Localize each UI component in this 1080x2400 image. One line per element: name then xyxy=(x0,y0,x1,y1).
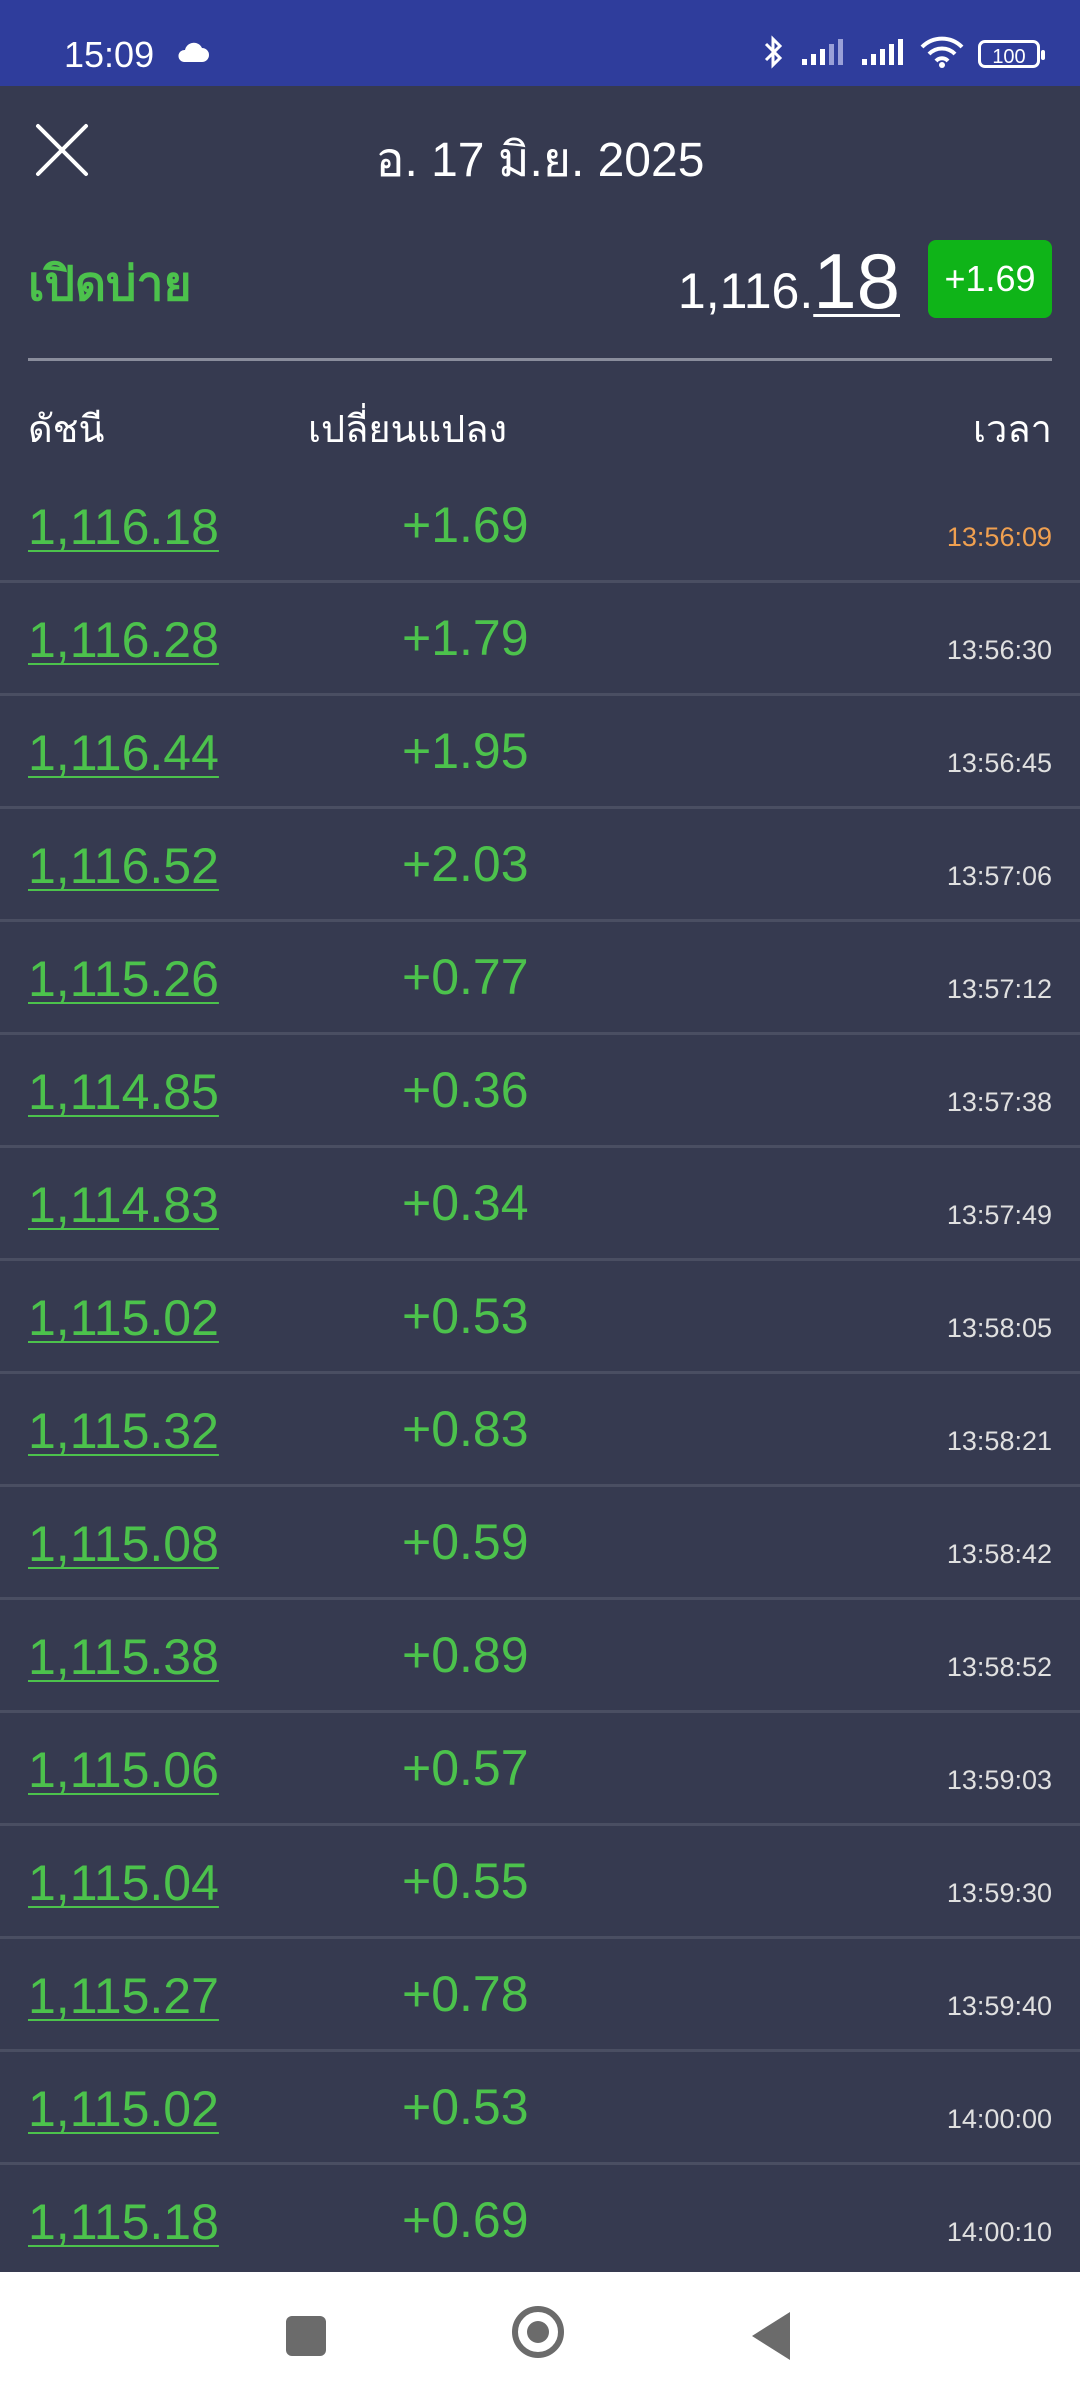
index-value[interactable]: 1,115.38 xyxy=(28,1628,219,1686)
change-value: +1.69 xyxy=(402,497,529,553)
table-header: ดัชนี เปลี่ยนแปลง เวลา xyxy=(0,380,1080,460)
divider xyxy=(28,358,1052,361)
change-value: +1.95 xyxy=(402,723,529,779)
change-value: +0.77 xyxy=(402,949,529,1005)
table-row[interactable]: 1,115.32 +0.83 13:58:21 xyxy=(0,1374,1080,1487)
market-status: เปิดบ่าย xyxy=(28,256,192,312)
time-value: 13:57:38 xyxy=(946,1087,1052,1117)
signal-icon xyxy=(800,37,846,71)
index-value[interactable]: 1,115.06 xyxy=(28,1741,219,1799)
change-value: +0.59 xyxy=(402,1514,529,1570)
table-row[interactable]: 1,116.28 +1.79 13:56:30 xyxy=(0,583,1080,696)
index-value[interactable]: 1,116.52 xyxy=(28,837,219,895)
table-row[interactable]: 1,115.02 +0.53 14:00:00 xyxy=(0,2052,1080,2165)
index-integer-part: 1,116. xyxy=(677,263,814,319)
change-value: +2.03 xyxy=(402,836,529,892)
table-row[interactable]: 1,115.26 +0.77 13:57:12 xyxy=(0,922,1080,1035)
time-value: 13:58:05 xyxy=(946,1313,1052,1343)
status-bar: 15:09 100 xyxy=(0,0,1080,86)
index-value[interactable]: 1,115.27 xyxy=(28,1967,219,2025)
change-value: +0.53 xyxy=(402,1288,529,1344)
cloud-icon xyxy=(176,42,210,68)
change-value: +0.57 xyxy=(402,1740,529,1796)
time-value: 13:57:12 xyxy=(946,974,1052,1004)
table-row[interactable]: 1,115.04 +0.55 13:59:30 xyxy=(0,1826,1080,1939)
navigation-bar xyxy=(0,2272,1080,2400)
index-value[interactable]: 1,114.85 xyxy=(28,1063,219,1121)
column-header-index: ดัชนี xyxy=(28,407,105,451)
time-value: 13:56:30 xyxy=(946,635,1052,665)
index-value[interactable]: 1,115.32 xyxy=(28,1402,219,1460)
change-value: +0.36 xyxy=(402,1062,529,1118)
change-value: +0.69 xyxy=(402,2192,529,2248)
table-row[interactable]: 1,115.06 +0.57 13:59:03 xyxy=(0,1713,1080,1826)
index-value[interactable]: 1,116.44 xyxy=(28,724,219,782)
index-value[interactable]: 1,115.08 xyxy=(28,1515,219,1573)
index-value[interactable]: 1,115.04 xyxy=(28,1854,219,1912)
index-value[interactable]: 1,115.02 xyxy=(28,1289,219,1347)
bluetooth-icon xyxy=(762,34,786,74)
table-row[interactable]: 1,115.27 +0.78 13:59:40 xyxy=(0,1939,1080,2052)
wifi-icon xyxy=(920,36,964,72)
change-value: +1.79 xyxy=(402,610,529,666)
index-value[interactable]: 1,116.28 xyxy=(28,611,219,669)
ticks-list: 1,116.18 +1.69 13:56:09 1,116.28 +1.79 13:56:… xyxy=(0,470,1080,2278)
table-row[interactable]: 1,116.44 +1.95 13:56:45 xyxy=(0,696,1080,809)
back-icon[interactable] xyxy=(752,2312,790,2360)
time-value: 13:59:03 xyxy=(946,1765,1052,1795)
change-value: +0.34 xyxy=(402,1175,529,1231)
table-row[interactable]: 1,116.52 +2.03 13:57:06 xyxy=(0,809,1080,922)
time-value: 13:58:21 xyxy=(946,1426,1052,1456)
index-value[interactable]: 1,114.83 xyxy=(28,1176,219,1234)
change-badge: +1.69 xyxy=(928,240,1052,318)
header: อ. 17 มิ.ย. 2025 xyxy=(0,86,1080,216)
page-title: อ. 17 มิ.ย. 2025 xyxy=(375,134,705,187)
column-header-time: เวลา xyxy=(973,407,1052,451)
time-value: 13:56:45 xyxy=(946,748,1052,778)
index-value[interactable]: 1,115.02 xyxy=(28,2080,219,2138)
time-value: 14:00:00 xyxy=(946,2104,1052,2134)
table-row[interactable]: 1,115.18 +0.69 14:00:10 xyxy=(0,2165,1080,2278)
table-row[interactable]: 1,115.02 +0.53 13:58:05 xyxy=(0,1261,1080,1374)
index-value[interactable]: 1,116.18 xyxy=(28,498,219,556)
table-row[interactable]: 1,115.38 +0.89 13:58:52 xyxy=(0,1600,1080,1713)
time-value: 13:58:52 xyxy=(946,1652,1052,1682)
time-value: 13:57:49 xyxy=(946,1200,1052,1230)
status-icons: 100 xyxy=(762,34,1045,74)
change-value: +0.83 xyxy=(402,1401,529,1457)
status-time: 15:09 xyxy=(64,34,155,75)
battery-icon: 100 xyxy=(978,40,1045,68)
table-row[interactable]: 1,115.08 +0.59 13:58:42 xyxy=(0,1487,1080,1600)
table-row[interactable]: 1,114.85 +0.36 13:57:38 xyxy=(0,1035,1080,1148)
time-value: 13:59:40 xyxy=(946,1991,1052,2021)
time-value: 13:58:42 xyxy=(946,1539,1052,1569)
current-index: 1,116.18 xyxy=(678,236,900,327)
table-row[interactable]: 1,114.83 +0.34 13:57:49 xyxy=(0,1148,1080,1261)
time-value: 13:59:30 xyxy=(946,1878,1052,1908)
change-value: +0.78 xyxy=(402,1966,529,2022)
recent-apps-icon[interactable] xyxy=(286,2316,326,2356)
time-value: 13:56:09 xyxy=(946,522,1052,552)
index-value[interactable]: 1,115.26 xyxy=(28,950,219,1008)
change-value: +0.53 xyxy=(402,2079,529,2135)
change-value: +0.89 xyxy=(402,1627,529,1683)
change-value: +0.55 xyxy=(402,1853,529,1909)
table-row[interactable]: 1,116.18 +1.69 13:56:09 xyxy=(0,470,1080,583)
signal-icon xyxy=(860,37,906,71)
index-value[interactable]: 1,115.18 xyxy=(28,2193,219,2251)
index-decimal-part: 18 xyxy=(813,237,900,325)
column-header-change: เปลี่ยนแปลง xyxy=(308,407,508,451)
index-summary: เปิดบ่าย 1,116.18 +1.69 xyxy=(0,216,1080,360)
time-value: 14:00:10 xyxy=(946,2217,1052,2247)
home-icon[interactable] xyxy=(512,2306,564,2358)
time-value: 13:57:06 xyxy=(946,861,1052,891)
